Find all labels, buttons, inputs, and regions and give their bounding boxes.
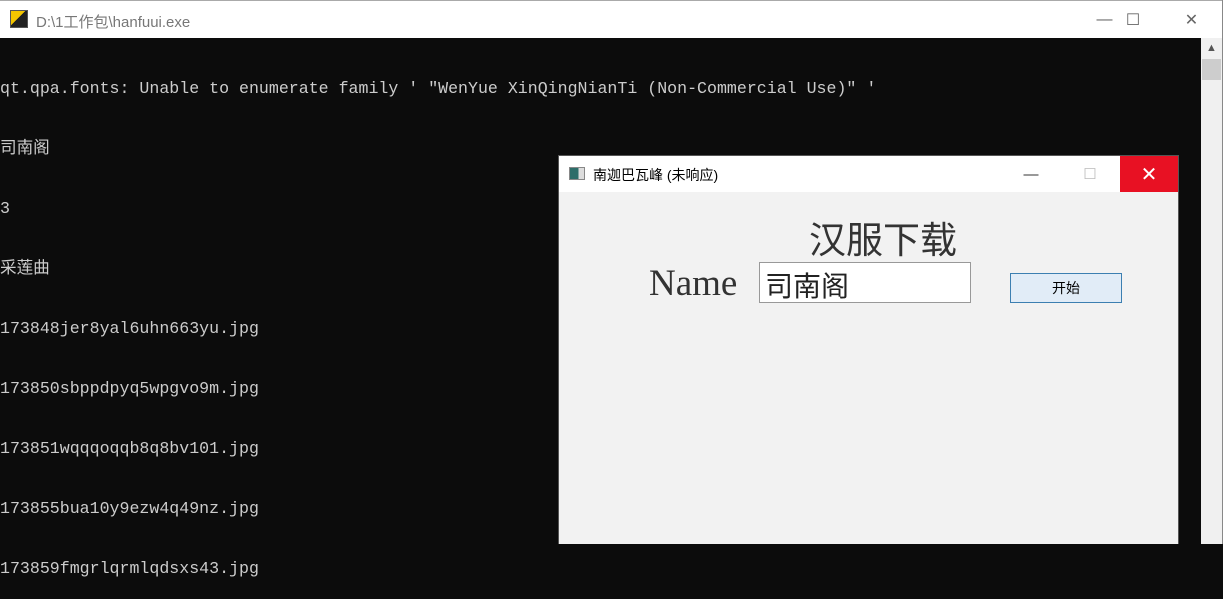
console-line: 173859fmgrlqrmlqdsxs43.jpg	[0, 559, 259, 578]
console-scrollbar[interactable]: ▲	[1201, 38, 1222, 544]
console-app-icon	[10, 10, 28, 28]
console-window-title: D:\1工作包\hanfuui.exe	[36, 14, 191, 31]
dialog-maximize-button[interactable]: ☐	[1061, 156, 1119, 192]
dialog-minimize-button[interactable]: —	[1002, 156, 1060, 192]
console-title-bar: D:\1工作包\hanfuui.exe — ☐ ✕	[0, 0, 1223, 38]
console-line: qt.qpa.fonts: Unable to enumerate family…	[0, 79, 877, 98]
scroll-thumb[interactable]	[1202, 59, 1221, 80]
name-input[interactable]: 司南阁	[759, 262, 971, 303]
dialog-window-title: 南迦巴瓦峰 (未响应)	[593, 167, 719, 183]
dialog-title-bar: 南迦巴瓦峰 (未响应) — ☐ ✕	[559, 156, 1178, 192]
console-close-button[interactable]: ✕	[1163, 1, 1220, 39]
start-button[interactable]: 开始	[1010, 273, 1122, 303]
dialog-app-icon	[569, 167, 585, 180]
dialog-close-button[interactable]: ✕	[1120, 156, 1178, 192]
hanfu-download-window: 南迦巴瓦峰 (未响应) — ☐ ✕ 汉服下载 Name 司南阁 开始	[558, 155, 1179, 544]
page-title: 汉服下载	[809, 219, 957, 262]
scroll-up-arrow-icon[interactable]: ▲	[1201, 38, 1222, 58]
name-label: Name	[649, 263, 738, 304]
console-maximize-button[interactable]: ☐	[1104, 1, 1162, 39]
